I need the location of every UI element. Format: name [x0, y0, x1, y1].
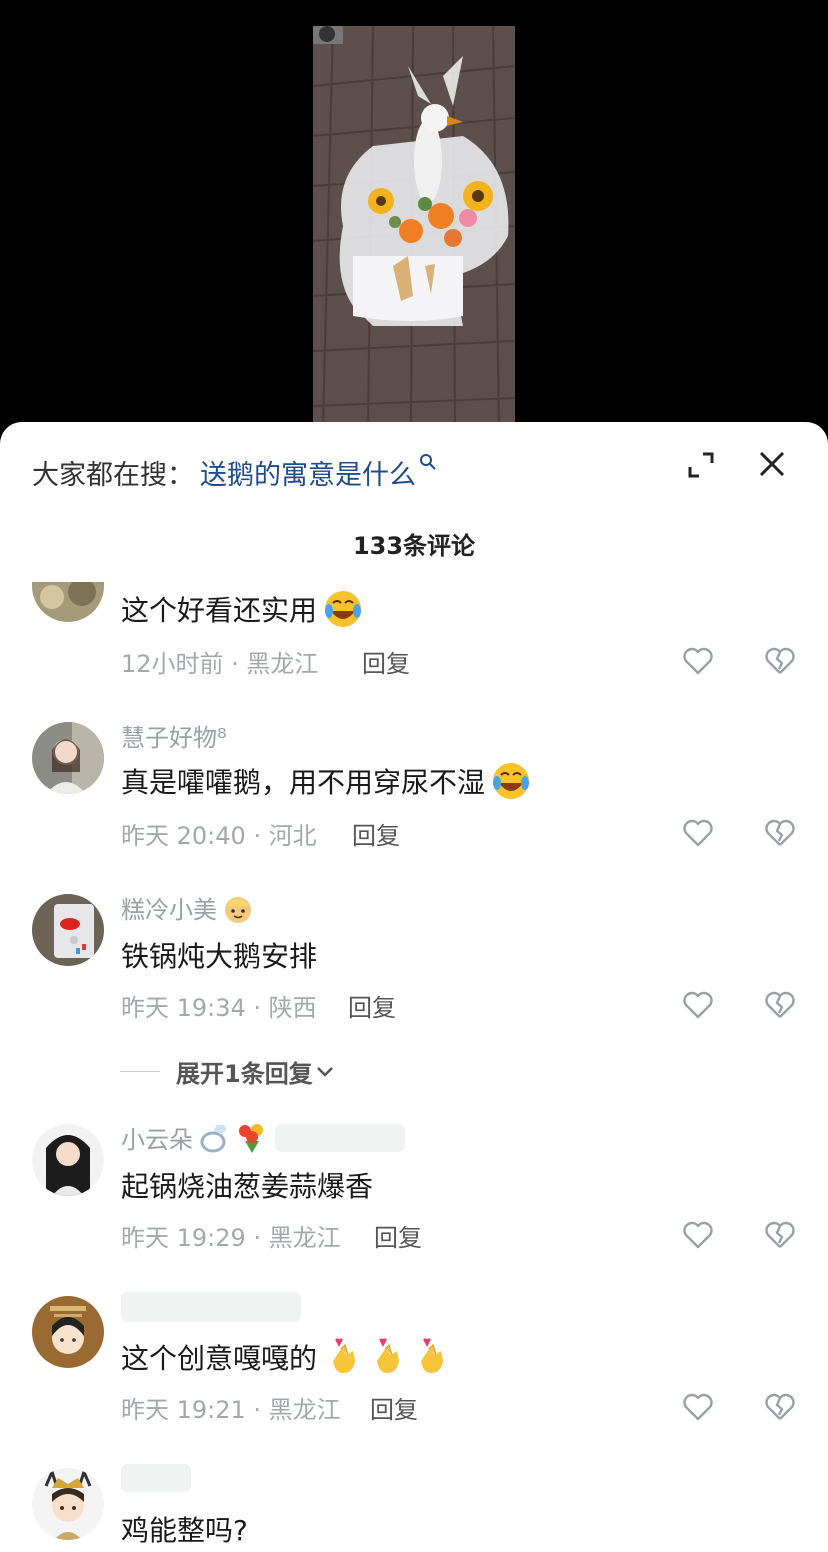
- comment-sheet: 大家都在搜： 送鹅的寓意是什么 133条评论 这个好看还实用 12小时前 · 黑…: [0, 422, 828, 1552]
- search-suggestion[interactable]: 大家都在搜： 送鹅的寓意是什么: [32, 452, 437, 492]
- broken-heart-icon[interactable]: [764, 818, 796, 848]
- obscured-username: [121, 1464, 191, 1492]
- finger-heart-emoji: [377, 1338, 400, 1373]
- avatar[interactable]: [32, 1468, 104, 1540]
- video-player[interactable]: [0, 0, 828, 440]
- comment-item: 这个好看还实用 12小时前 · 黑龙江 回复: [0, 572, 828, 692]
- comment-text: 真是嚯嚯鹅，用不用穿尿不湿: [121, 766, 486, 799]
- baby-emoji: [225, 896, 251, 923]
- obscured-username: [121, 1292, 301, 1322]
- heart-icon[interactable]: [682, 646, 714, 676]
- heart-icon[interactable]: [682, 1392, 714, 1422]
- heart-icon[interactable]: [682, 818, 714, 848]
- reply-button[interactable]: 回复: [374, 1218, 422, 1253]
- expand-replies-label: 展开1条回复: [176, 1060, 313, 1088]
- broken-heart-icon[interactable]: [764, 1392, 796, 1422]
- search-suggestion-query[interactable]: 送鹅的寓意是什么: [200, 453, 416, 492]
- close-icon[interactable]: [754, 446, 790, 482]
- comment-text: 鸡能整吗?: [121, 1514, 248, 1547]
- laughing-crying-emoji: [325, 591, 362, 627]
- ring-emoji: [200, 1124, 227, 1152]
- broken-heart-icon[interactable]: [764, 1220, 796, 1250]
- comment-count: 133条评论: [352, 532, 476, 560]
- comment-item: 慧子好物⁸ 真是嚯嚯鹅，用不用穿尿不湿 昨天 20:40 · 河北 回复: [0, 718, 828, 868]
- reply-button[interactable]: 回复: [362, 644, 410, 679]
- search-icon: [419, 453, 437, 476]
- avatar[interactable]: [32, 894, 104, 966]
- comment-meta: 12小时前 · 黑龙江: [121, 650, 319, 678]
- laughing-crying-emoji: [493, 763, 530, 799]
- comment-text: 这个好看还实用: [121, 594, 318, 627]
- comment-username[interactable]: 慧子好物⁸: [121, 718, 227, 753]
- heart-icon[interactable]: [682, 1220, 714, 1250]
- finger-heart-emoji: [421, 1338, 444, 1373]
- comment-meta: 昨天 20:40 · 河北: [121, 822, 317, 850]
- heart-icon[interactable]: [682, 990, 714, 1020]
- chevron-down-icon: [316, 1066, 333, 1077]
- comment-item: 鸡能整吗?: [0, 1464, 828, 1552]
- comment-username[interactable]: 小云朵: [121, 1120, 193, 1155]
- comment-item: 这个创意嘎嘎的 昨天 19:21 · 黑龙江 回复: [0, 1292, 828, 1442]
- comment-username[interactable]: 糕冷小美: [121, 890, 217, 925]
- expand-replies-button[interactable]: 展开1条回复: [120, 1054, 337, 1089]
- avatar[interactable]: [32, 1296, 104, 1368]
- comment-text: 铁锅炖大鹅安排: [121, 940, 318, 973]
- comment-item: 糕冷小美 铁锅炖大鹅安排 昨天 19:34 · 陕西 回复: [0, 890, 828, 1040]
- expand-icon[interactable]: [684, 448, 718, 482]
- comment-meta: 昨天 19:34 · 陕西: [121, 994, 317, 1022]
- broken-heart-icon[interactable]: [764, 990, 796, 1020]
- avatar[interactable]: [32, 582, 104, 622]
- broken-heart-icon[interactable]: [764, 646, 796, 676]
- video-frame: [313, 26, 515, 426]
- reply-button[interactable]: 回复: [348, 988, 396, 1023]
- comment-item: 小云朵 起锅烧油葱姜蒜爆香 昨天 19:29 · 黑龙江 回复: [0, 1120, 828, 1270]
- obscured-username: [275, 1123, 405, 1152]
- comment-meta: 昨天 19:21 · 黑龙江: [121, 1396, 341, 1424]
- divider: [120, 1071, 160, 1072]
- reply-button[interactable]: 回复: [370, 1390, 418, 1425]
- avatar[interactable]: [32, 1124, 104, 1196]
- search-suggestion-label: 大家都在搜：: [32, 459, 194, 491]
- comment-meta: 昨天 19:29 · 黑龙江: [121, 1224, 341, 1252]
- avatar[interactable]: [32, 722, 104, 794]
- bouquet-emoji: [239, 1123, 263, 1153]
- comment-text: 这个创意嘎嘎的: [121, 1342, 318, 1375]
- comment-text: 起锅烧油葱姜蒜爆香: [121, 1170, 374, 1203]
- reply-button[interactable]: 回复: [352, 816, 400, 851]
- finger-heart-emoji: [333, 1338, 356, 1373]
- video-still-goose-bouquet: [313, 26, 515, 426]
